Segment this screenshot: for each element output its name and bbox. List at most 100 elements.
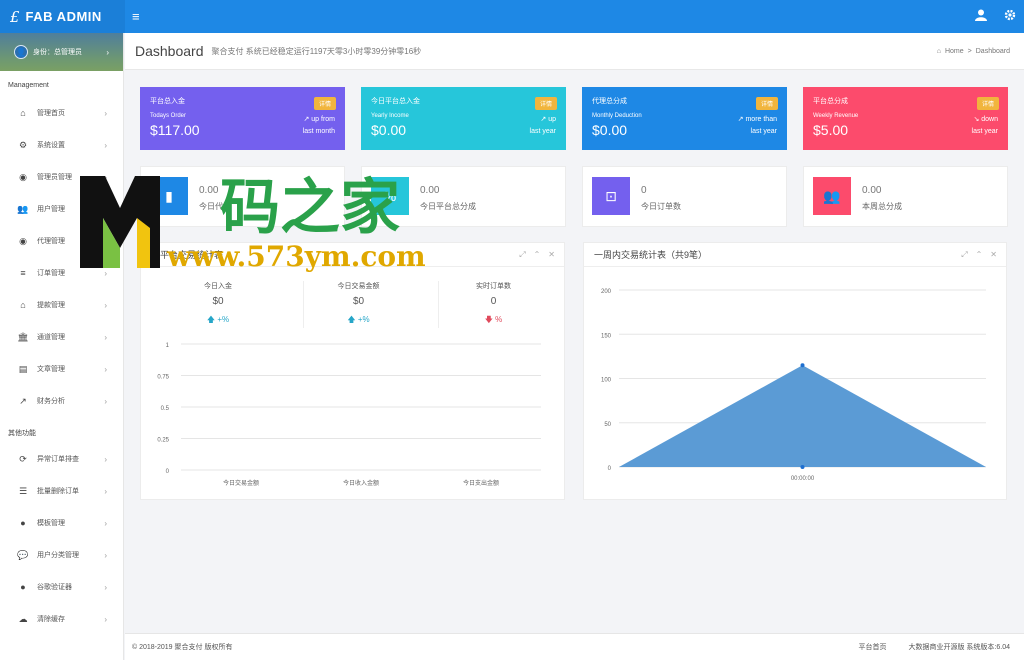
breadcrumb-separator: >	[967, 47, 972, 55]
y-tick-label: 0.5	[161, 406, 170, 412]
sidebar-item-label: 代理管理	[37, 238, 65, 245]
stat-change: 🡇 %	[439, 314, 548, 328]
main-content: Dashboard 聚合支付 系统已经稳定运行1197天零3小时零39分钟零16…	[125, 33, 1024, 70]
trend-text: up from	[311, 116, 335, 123]
sidebar-item-label: 用户分类管理	[37, 552, 79, 559]
summary-card: 今日平台总入金 Yearly Income $0.00 详情 ↗ up last year	[361, 87, 566, 150]
close-icon[interactable]: ✕	[990, 250, 997, 260]
chevron-right-icon: ›	[104, 268, 107, 278]
avatar: 👤	[14, 45, 28, 59]
sidebar-item-0-7[interactable]: 🏛 通道管理 ›	[0, 321, 123, 353]
bar-chart-icon: ▮	[150, 177, 188, 215]
chevron-right-icon: ›	[104, 108, 107, 118]
sidebar-user-profile[interactable]: 👤 身份：总管理员 ›	[0, 33, 123, 71]
chevron-right-icon: ›	[104, 518, 107, 528]
stat-column: 实时订单数 0 🡇 %	[438, 281, 548, 328]
expand-icon[interactable]: ⤢	[961, 250, 967, 260]
breadcrumb-home[interactable]: Home	[945, 48, 964, 55]
money-bag-icon: ⌂	[20, 300, 26, 310]
x-axis-point	[800, 465, 805, 469]
brand[interactable]: £ FAB ADMIN	[0, 0, 125, 33]
sidebar-item-label: 财务分析	[37, 398, 65, 405]
stat-column: 今日入金 $0 🡅 +%	[163, 281, 273, 328]
sidebar: 👤 身份：总管理员 › Management ⌂ 管理首页 › ⚙ 系统设置 › ◉ 管理员管理…	[0, 33, 124, 660]
summary-card: 平台总分成 Weekly Revenue $5.00 详情 ↘ down last yea…	[803, 87, 1008, 150]
card-label: 平台总入金	[150, 98, 185, 105]
sidebar-item-label: 文章管理	[37, 366, 65, 373]
sidebar-item-label: 通道管理	[37, 334, 65, 341]
sidebar-item-1-2[interactable]: ● 模板管理 ›	[0, 507, 123, 539]
mini-stat-label: 本周总分成	[862, 202, 902, 211]
trend-period: last year	[750, 128, 777, 135]
card-sublabel: Yearly Income	[371, 113, 409, 119]
arrow-up-icon: 🡅	[347, 315, 358, 324]
sidebar-item-label: 谷歌验证器	[37, 584, 72, 591]
sidebar-item-label: 用户管理	[37, 206, 65, 213]
sidebar-item-0-3[interactable]: 👥 用户管理 ›	[0, 193, 123, 225]
collapse-icon[interactable]: ⌃	[534, 250, 541, 260]
gear-icon[interactable]	[1004, 8, 1016, 24]
user-icon[interactable]	[975, 8, 987, 24]
sidebar-item-0-5[interactable]: ≡ 订单管理 ›	[0, 257, 123, 289]
series-area	[619, 365, 986, 467]
card-label: 平台总分成	[813, 98, 848, 105]
sidebar-item-1-0[interactable]: ⟳ 异常订单排查 ›	[0, 443, 123, 475]
top-navbar: £ FAB ADMIN ≡	[0, 0, 1024, 33]
sidebar-item-0-1[interactable]: ⚙ 系统设置 ›	[0, 129, 123, 161]
mini-stat-card: ▮ 0.00 今日代	[140, 166, 345, 227]
breadcrumb-current: Dashboard	[975, 47, 1010, 55]
mini-stat-label: 今日代	[199, 202, 223, 211]
expand-icon[interactable]: ⤢	[519, 250, 525, 260]
copyright-text: © 2018-2019 聚合支付 版权所有	[132, 644, 233, 651]
y-tick-label: 150	[601, 333, 612, 339]
y-tick-label: 100	[601, 378, 612, 384]
sidebar-item-0-2[interactable]: ◉ 管理员管理 ›	[0, 161, 123, 193]
sidebar-item-0-4[interactable]: ◉ 代理管理 ›	[0, 225, 123, 257]
shopping-bag-icon: ⊡	[592, 177, 630, 215]
sidebar-item-0-8[interactable]: ▤ 文章管理 ›	[0, 353, 123, 385]
trend-period: last year	[971, 128, 998, 135]
y-tick-label: 200	[601, 289, 612, 295]
y-tick-label: 0	[166, 469, 170, 475]
details-button[interactable]: 详情	[755, 97, 778, 110]
sidebar-item-0-9[interactable]: ↗ 财务分析 ›	[0, 385, 123, 417]
close-icon[interactable]: ✕	[548, 250, 555, 260]
users-icon: 👥	[813, 177, 851, 215]
percent-icon: %	[371, 177, 409, 215]
daily-line-chart: 0 0.25 0.5 0.75 1 今日交易金额 今日收入金额 今日支出金额	[157, 343, 541, 487]
y-tick-label: 0.25	[157, 438, 169, 444]
sidebar-item-0-6[interactable]: ⌂ 提款管理 ›	[0, 289, 123, 321]
sidebar-item-1-5[interactable]: ☁ 清除缓存 ›	[0, 603, 123, 635]
card-amount: $5.00	[813, 122, 849, 138]
sidebar-item-label: 批量删除订单	[37, 488, 79, 495]
card-label: 今日平台总入金	[371, 98, 420, 105]
y-tick-label: 0	[608, 466, 612, 472]
sidebar-item-1-1[interactable]: ☰ 批量删除订单 ›	[0, 475, 123, 507]
panel-title: 一周内交易统计表（共9笔）	[594, 250, 708, 260]
page-title: Dashboard	[135, 43, 204, 59]
stat-change-text: +%	[357, 315, 370, 324]
chevron-right-icon: ›	[104, 486, 107, 496]
summary-card: 平台总入金 Todays Order $117.00 详情 ↗ up from last …	[140, 87, 345, 150]
sidebar-item-1-4[interactable]: ● 谷歌验证器 ›	[0, 571, 123, 603]
sidebar-section-title: Management	[8, 82, 49, 89]
footer-link-home[interactable]: 平台首页	[858, 642, 886, 652]
details-button[interactable]: 详情	[534, 97, 557, 110]
wechat-icon: 💬	[17, 549, 29, 560]
sidebar-item-1-3[interactable]: 💬 用户分类管理 ›	[0, 539, 123, 571]
brand-name: FAB ADMIN	[25, 9, 102, 24]
chevron-right-icon: ›	[104, 396, 107, 406]
arrow-up-icon: 🡅	[206, 315, 218, 324]
sidebar-item-0-0[interactable]: ⌂ 管理首页 ›	[0, 97, 123, 129]
details-button[interactable]: 详情	[313, 97, 336, 110]
menu-toggle-icon[interactable]: ≡	[132, 9, 140, 24]
chevron-right-icon: ›	[104, 550, 107, 560]
mini-stat-value: 0	[641, 185, 647, 196]
details-button[interactable]: 详情	[976, 97, 999, 110]
stat-change: 🡅 +%	[163, 314, 273, 328]
stat-change: 🡅 +%	[304, 314, 413, 328]
arrow-down-icon: 🡇	[484, 315, 496, 324]
sidebar-item-label: 管理员管理	[37, 174, 72, 181]
collapse-icon[interactable]: ⌃	[976, 250, 983, 260]
card-trend: ↗ up from last month	[303, 114, 335, 138]
